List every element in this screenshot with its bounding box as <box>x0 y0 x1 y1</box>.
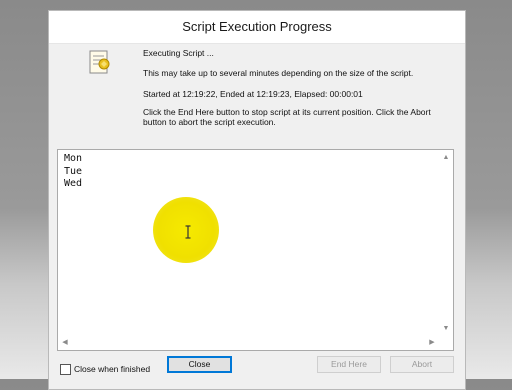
checkbox-label: Close when finished <box>74 364 151 374</box>
checkbox-box[interactable] <box>60 363 71 375</box>
output-text: Mon Tue Wed <box>64 153 82 191</box>
instructions-text: Click the End Here button to stop script… <box>143 107 431 127</box>
text-cursor-icon <box>185 225 191 239</box>
scroll-left-arrow-icon[interactable]: ◀ <box>60 338 70 348</box>
output-line: Wed <box>64 178 83 189</box>
scroll-down-arrow-icon[interactable]: ▼ <box>441 324 451 334</box>
script-document-icon <box>89 50 110 74</box>
executing-status-text: Executing Script ... <box>143 48 214 58</box>
timing-text: Started at 12:19:22, Ended at 12:19:23, … <box>143 89 363 99</box>
window-title: Script Execution Progress <box>49 11 465 44</box>
scroll-right-arrow-icon[interactable]: ▶ <box>427 338 437 348</box>
abort-button[interactable]: Abort <box>390 356 454 373</box>
scroll-up-arrow-icon[interactable]: ▲ <box>441 153 451 163</box>
script-output-area[interactable]: Mon Tue Wed ▲ ▼ ◀ ▶ <box>57 149 454 351</box>
close-when-finished-checkbox[interactable]: Close when finished <box>60 363 150 375</box>
close-button[interactable]: Close <box>167 356 232 373</box>
output-line: Mon <box>64 153 83 164</box>
duration-note-text: This may take up to several minutes depe… <box>143 68 414 78</box>
script-progress-dialog: Script Execution Progress Executing Scri… <box>48 10 466 390</box>
output-line: Tue <box>64 165 83 177</box>
end-here-button[interactable]: End Here <box>317 356 381 373</box>
